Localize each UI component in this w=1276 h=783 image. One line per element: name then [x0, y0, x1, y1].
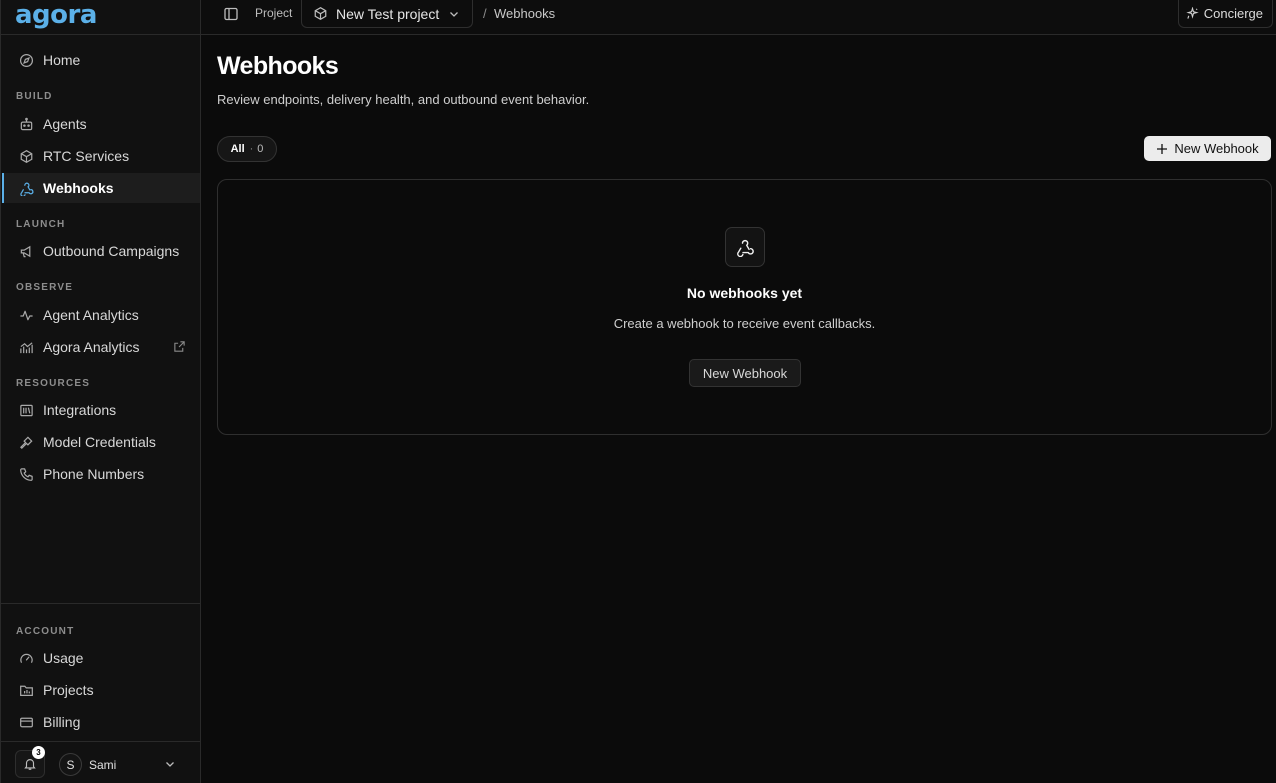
breadcrumb-current: Webhooks	[494, 6, 556, 21]
bell-icon	[23, 757, 37, 771]
section-build: BUILD	[16, 91, 53, 102]
filter-label: All	[230, 143, 245, 155]
divider	[1, 34, 201, 35]
sidebar-item-projects[interactable]: Projects	[2, 675, 200, 705]
sidebar-item-billing[interactable]: Billing	[2, 707, 200, 737]
page-title: Webhooks	[217, 52, 339, 80]
key-icon	[18, 434, 34, 450]
page-subtitle: Review endpoints, delivery health, and o…	[217, 92, 590, 107]
compass-icon	[18, 52, 34, 68]
sidebar-item-label: Home	[43, 52, 81, 68]
activity-icon	[18, 307, 34, 323]
chevron-down-icon	[447, 7, 461, 21]
phone-icon	[18, 466, 34, 482]
section-account: ACCOUNT	[16, 626, 75, 637]
folder-icon	[18, 682, 34, 698]
breadcrumb-separator: /	[483, 6, 487, 21]
sidebar-item-label: Webhooks	[43, 180, 114, 196]
divider	[1, 603, 201, 604]
filter-count: 0	[257, 143, 264, 155]
concierge-button[interactable]: Concierge	[1177, 0, 1273, 28]
sidebar-item-agents[interactable]: Agents	[2, 109, 200, 139]
section-resources: RESOURCES	[16, 378, 91, 389]
sidebar-item-label: Outbound Campaigns	[43, 243, 180, 259]
notification-badge: 3	[32, 746, 45, 759]
sidebar-item-label: Agora Analytics	[43, 339, 140, 355]
filter-all-pill[interactable]: All · 0	[217, 136, 277, 162]
sidebar-item-model-credentials[interactable]: Model Credentials	[2, 427, 200, 457]
filter-separator: ·	[249, 143, 254, 155]
sidebar-toggle-icon[interactable]	[223, 6, 239, 22]
sparkles-icon	[1186, 7, 1204, 20]
plus-icon	[1156, 143, 1168, 155]
sidebar-item-usage[interactable]: Usage	[2, 643, 200, 673]
sidebar-item-agent-analytics[interactable]: Agent Analytics	[2, 300, 200, 330]
sidebar-item-agora-analytics[interactable]: Agora Analytics	[2, 332, 200, 362]
cube-icon	[18, 148, 34, 164]
sidebar-footer: 3 S Sami	[1, 741, 201, 783]
avatar[interactable]: S	[59, 753, 82, 776]
breadcrumb-project-label: Project	[255, 6, 293, 20]
project-name: New Test project	[336, 5, 440, 22]
sidebar-item-integrations[interactable]: Integrations	[2, 395, 200, 425]
section-launch: LAUNCH	[16, 219, 66, 230]
sidebar-item-label: Agents	[43, 116, 87, 132]
sidebar-item-label: Model Credentials	[43, 434, 156, 450]
user-name[interactable]: Sami	[89, 758, 116, 772]
new-webhook-label: New Webhook	[1174, 141, 1259, 156]
sidebar-item-label: Phone Numbers	[43, 466, 145, 482]
sidebar-item-rtc-services[interactable]: RTC Services	[2, 141, 200, 171]
project-selector[interactable]: New Test project	[301, 0, 473, 28]
external-link-icon	[173, 340, 186, 353]
gauge-icon	[18, 650, 34, 666]
concierge-label: Concierge	[1203, 6, 1263, 21]
webhook-icon	[18, 180, 34, 196]
webhook-icon	[725, 227, 765, 267]
sidebar-item-label: Integrations	[43, 402, 117, 418]
robot-icon	[18, 116, 34, 132]
sidebar-item-label: RTC Services	[43, 148, 130, 164]
top-bar: Project New Test project / Webhooks Conc…	[201, 0, 1276, 35]
credit-card-icon	[18, 714, 34, 730]
agora-logo[interactable]: agora	[15, 0, 97, 34]
sidebar-item-label: Projects	[43, 682, 94, 698]
empty-state-description: Create a webhook to receive event callba…	[613, 316, 876, 331]
sidebar-item-outbound-campaigns[interactable]: Outbound Campaigns	[2, 236, 200, 266]
megaphone-icon	[18, 243, 34, 259]
library-icon	[18, 402, 34, 418]
sidebar-item-label: Billing	[43, 714, 81, 730]
sidebar-item-label: Usage	[43, 650, 84, 666]
cube-icon	[313, 6, 328, 21]
chart-line-icon	[18, 339, 34, 355]
empty-state-title: No webhooks yet	[686, 285, 803, 301]
sidebar: agora Home BUILD Agents RTC Services Web…	[0, 0, 201, 783]
sidebar-item-home[interactable]: Home	[2, 45, 200, 75]
new-webhook-button[interactable]: New Webhook	[1144, 136, 1271, 161]
chevron-down-icon[interactable]	[163, 757, 177, 771]
section-observe: OBSERVE	[16, 282, 74, 293]
sidebar-item-webhooks[interactable]: Webhooks	[2, 173, 200, 203]
sidebar-item-label: Agent Analytics	[43, 307, 139, 323]
empty-state-new-webhook-button[interactable]: New Webhook	[689, 359, 801, 387]
sidebar-item-phone-numbers[interactable]: Phone Numbers	[2, 459, 200, 489]
empty-state-card: No webhooks yet Create a webhook to rece…	[217, 179, 1272, 435]
